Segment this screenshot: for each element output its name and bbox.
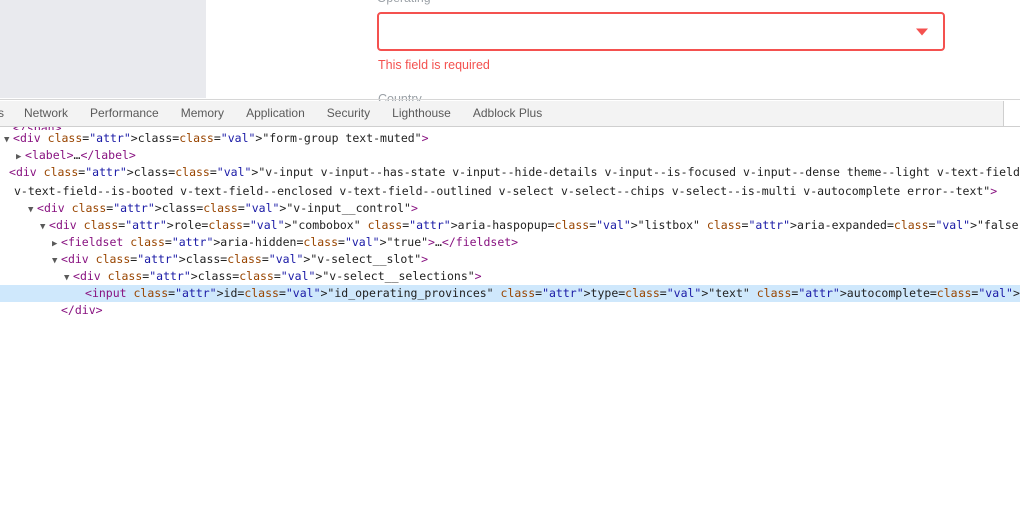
dom-node-markup: <div class="attr">class=class="val">"v-i… — [37, 201, 418, 215]
dom-node-markup: <div class="attr">class=class="val">"v-s… — [73, 269, 482, 283]
dom-node-markup: <div class="attr">class=class="val">"for… — [13, 131, 429, 145]
dom-node-markup: <input class="attr">id=class="val">"id_o… — [85, 286, 1020, 300]
dom-node[interactable]: ▼ <div class="attr">class=class="val">"fo… — [0, 130, 1020, 147]
devtools-tab-application[interactable]: Application — [235, 101, 316, 126]
dom-node-markup: <label>…</label> — [25, 148, 136, 162]
operating-provinces-select[interactable] — [377, 12, 945, 51]
field-error-message: This field is required — [378, 58, 490, 72]
dom-node-markup: <div class="attr">class=class="val">"v-i… — [9, 165, 1020, 198]
operating-provinces-label: Operating — [377, 0, 431, 5]
dom-node[interactable]: ▼<div class="attr">class=class="val">"v-… — [0, 251, 1020, 268]
devtools-tab-security[interactable]: Security — [316, 101, 381, 126]
dom-node-markup: </div> — [61, 303, 103, 317]
devtools-tabbar-overflow — [1003, 101, 1020, 127]
chevron-down-icon[interactable] — [916, 28, 928, 35]
dom-node[interactable]: ▼<div class="attr">class=class="val">"v-… — [0, 200, 1020, 217]
page-bottom-divider — [0, 99, 1020, 100]
devtools-panel: sNetworkPerformanceMemoryApplicationSecu… — [0, 101, 1020, 531]
devtools-tab-adblock-plus[interactable]: Adblock Plus — [462, 101, 553, 126]
collapse-triangle-icon[interactable]: ▼ — [0, 166, 9, 183]
dom-node[interactable]: ▼ <div class="attr">role=class="val">"com… — [0, 217, 1020, 234]
dom-node-selected[interactable]: <input class="attr">id=class="val">"id_o… — [0, 285, 1020, 302]
devtools-tab-performance[interactable]: Performance — [79, 101, 170, 126]
devtools-tab-network[interactable]: Network — [13, 101, 79, 126]
dom-node-markup: <div class="attr">class=class="val">"v-s… — [61, 252, 429, 266]
devtools-tabbar: sNetworkPerformanceMemoryApplicationSecu… — [0, 101, 1003, 127]
page-sidebar — [0, 0, 206, 98]
dom-node[interactable]: ▶ <fieldset class="attr">aria-hidden=clas… — [0, 234, 1020, 251]
dom-node[interactable]: ▼<div class="attr">class=class="val">"v-… — [0, 268, 1020, 285]
dom-tree[interactable]: </span>▼<div class="attr">class=class="v… — [0, 127, 1020, 531]
devtools-tab-lighthouse[interactable]: Lighthouse — [381, 101, 462, 126]
dom-node-markup: <div class="attr">role=class="val">"comb… — [49, 218, 1020, 232]
devtools-tab-memory[interactable]: Memory — [170, 101, 235, 126]
dom-node[interactable]: ▶ <label>…</label> — [0, 147, 1020, 164]
dom-node[interactable]: </div> — [0, 302, 1020, 319]
devtools-tab-s[interactable]: s — [0, 101, 13, 126]
web-page-viewport: Operating This field is required Country — [0, 0, 1020, 101]
dom-node[interactable]: ▼<div class="attr">class=class="val">"v-… — [0, 164, 1020, 200]
dom-node-markup: <fieldset class="attr">aria-hidden=class… — [61, 235, 519, 249]
screenshot-root: Operating This field is required Country… — [0, 0, 1020, 531]
